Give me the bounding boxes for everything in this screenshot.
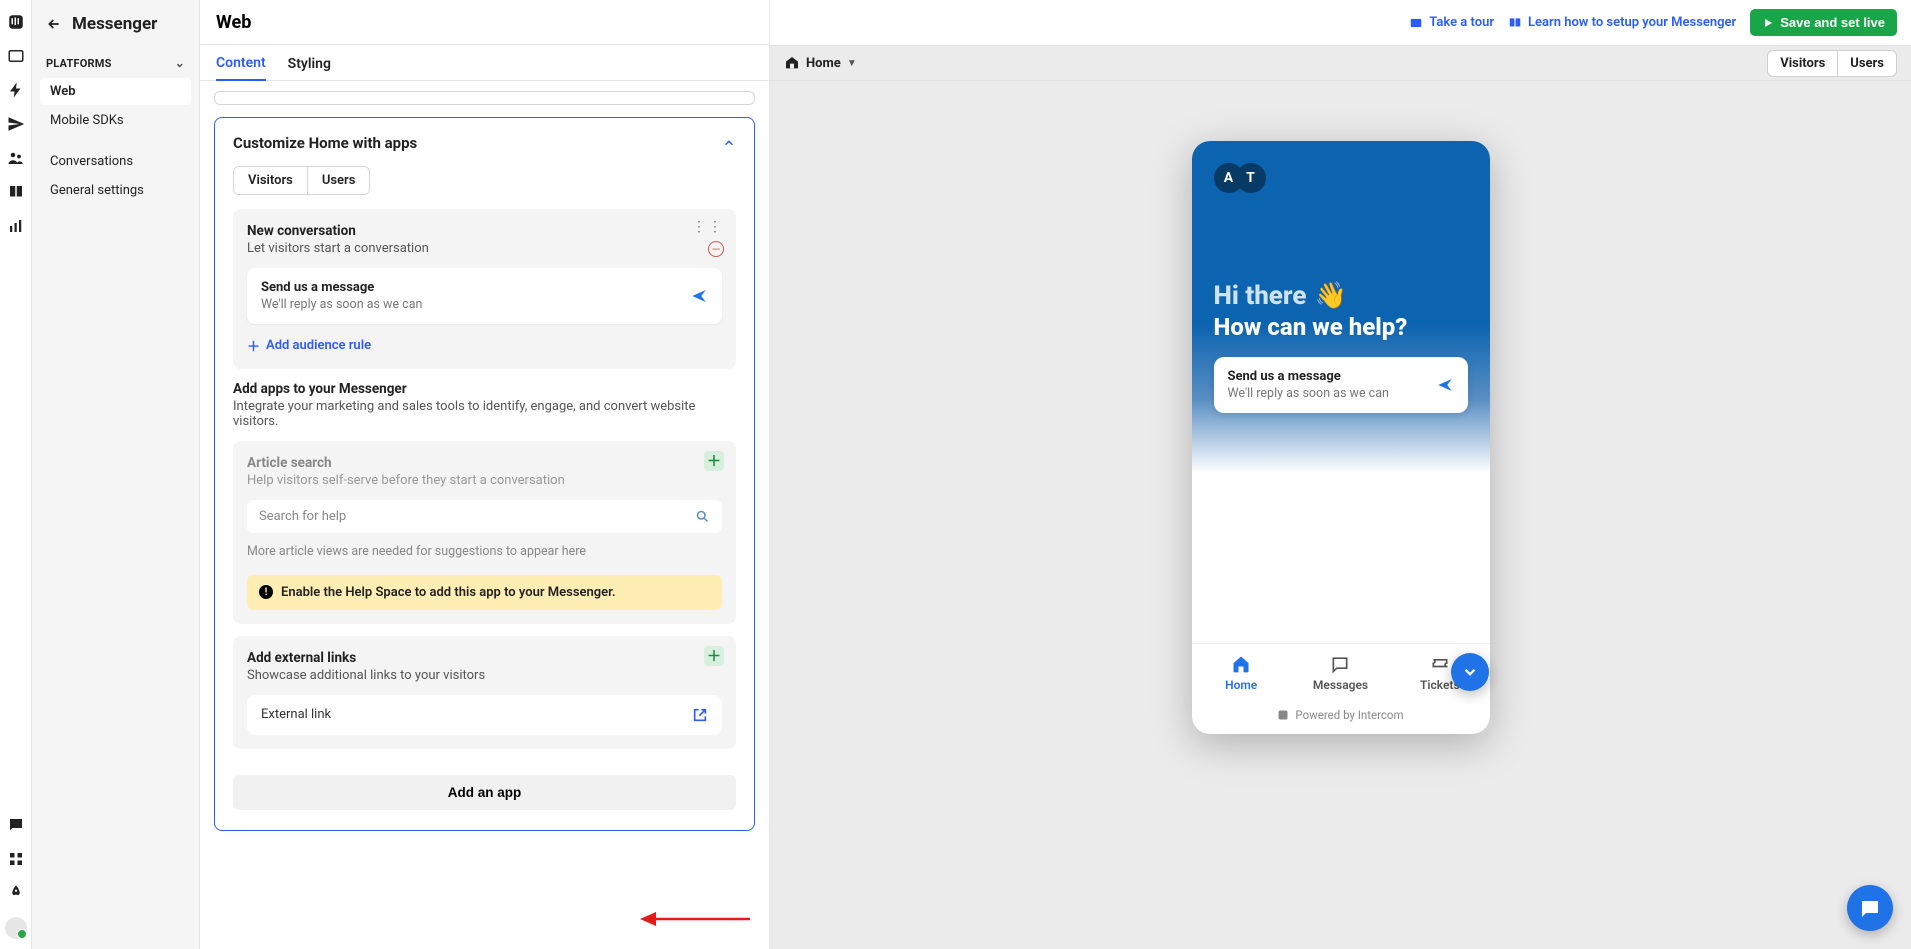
messenger-launcher-fab[interactable]: [1847, 885, 1893, 931]
nav-messages[interactable]: Messages: [1291, 644, 1390, 700]
messenger-bottom-nav: Home Messages Tickets: [1192, 643, 1490, 700]
messenger-collapse-fab[interactable]: [1451, 653, 1489, 691]
tab-content[interactable]: Content: [216, 55, 266, 81]
preview-message-card[interactable]: Send us a message We'll reply as soon as…: [1214, 357, 1468, 413]
sidebar-item-web[interactable]: Web: [40, 78, 191, 105]
preview-stage: A T Hi there 👋 How can we help? Send us …: [770, 81, 1911, 949]
external-link-item[interactable]: External link: [247, 695, 722, 735]
seg-users[interactable]: Users: [307, 167, 370, 194]
back-arrow-icon[interactable]: [46, 16, 62, 32]
preview-view-selector[interactable]: Home ▼: [784, 55, 857, 71]
customize-home-card: Customize Home with apps Visitors Users …: [214, 117, 755, 831]
sidebar: Messenger PLATFORMS ⌄ Web Mobile SDKs Co…: [32, 0, 200, 949]
block-title: Article search: [247, 455, 722, 471]
search-hint: More article views are needed for sugges…: [247, 543, 722, 561]
preview-panel: Take a tour Learn how to setup your Mess…: [770, 0, 1911, 949]
page-title: Web: [216, 12, 251, 33]
apps-icon[interactable]: [6, 849, 26, 869]
chevron-down-icon: ⌄: [175, 56, 185, 70]
sidebar-item-general-settings[interactable]: General settings: [40, 177, 191, 204]
preview-toolbar: Home ▼ Visitors Users: [770, 45, 1911, 81]
preview-seg-users[interactable]: Users: [1837, 51, 1896, 76]
sidebar-section-platforms[interactable]: PLATFORMS ⌄: [32, 52, 199, 74]
take-a-tour-link[interactable]: Take a tour: [1409, 15, 1494, 30]
send-icon[interactable]: [6, 114, 26, 134]
remove-block-button[interactable]: ―: [708, 241, 724, 257]
main: Web Content Styling Customize Home with …: [200, 0, 1911, 949]
rocket-icon[interactable]: [6, 883, 26, 903]
config-tabs: Content Styling: [200, 45, 769, 81]
external-link-icon: [692, 707, 708, 723]
chevron-down-icon: ▼: [847, 58, 857, 69]
add-apps-sub: Integrate your marketing and sales tools…: [233, 399, 736, 429]
app-logo-icon[interactable]: [6, 12, 26, 32]
messenger-preview: A T Hi there 👋 How can we help? Send us …: [1192, 141, 1490, 734]
search-for-help-input[interactable]: Search for help: [247, 500, 722, 533]
avatar: T: [1236, 163, 1266, 193]
search-icon: [695, 509, 710, 524]
tab-styling[interactable]: Styling: [288, 56, 331, 80]
help-space-warning: ! Enable the Help Space to add this app …: [247, 575, 722, 610]
card-title: Customize Home with apps: [233, 134, 417, 152]
book-icon[interactable]: [6, 182, 26, 202]
wave-emoji: 👋: [1314, 281, 1346, 311]
collapsed-card[interactable]: [214, 91, 755, 105]
greeting-text: Hi there 👋: [1214, 281, 1468, 311]
article-search-block: ＋ Article search Help visitors self-serv…: [233, 441, 736, 624]
config-panel: Web Content Styling Customize Home with …: [200, 0, 770, 949]
chart-icon[interactable]: [6, 216, 26, 236]
sidebar-item-mobile-sdks[interactable]: Mobile SDKs: [40, 107, 191, 134]
plus-icon: ＋: [247, 336, 260, 355]
collapse-chevron-icon[interactable]: [722, 136, 736, 150]
drag-handle-icon[interactable]: ⋮⋮: [692, 219, 724, 235]
send-arrow-icon: [690, 287, 708, 305]
sidebar-title: Messenger: [72, 14, 157, 34]
preview-seg-visitors[interactable]: Visitors: [1768, 51, 1837, 76]
send-arrow-icon: [1436, 376, 1454, 394]
bolt-icon[interactable]: [6, 80, 26, 100]
block-subtitle: Showcase additional links to your visito…: [247, 668, 722, 683]
annotation-arrow: [640, 907, 750, 931]
inbox-icon[interactable]: [6, 46, 26, 66]
block-title: Add external links: [247, 650, 722, 666]
icon-rail: [0, 0, 32, 949]
people-icon[interactable]: [6, 148, 26, 168]
team-avatars: A T: [1214, 163, 1468, 193]
learn-setup-link[interactable]: Learn how to setup your Messenger: [1508, 15, 1736, 30]
add-audience-rule-link[interactable]: ＋ Add audience rule: [247, 336, 722, 355]
new-conversation-block: ⋮⋮ ― New conversation Let visitors start…: [233, 209, 736, 369]
audience-segment: Visitors Users: [233, 166, 370, 195]
user-avatar[interactable]: [5, 917, 27, 939]
message-card[interactable]: Send us a message We'll reply as soon as…: [247, 268, 722, 324]
block-subtitle: Help visitors self-serve before they sta…: [247, 473, 722, 488]
add-block-button[interactable]: ＋: [704, 451, 724, 471]
block-subtitle: Let visitors start a conversation: [247, 241, 722, 256]
prompt-text: How can we help?: [1214, 313, 1468, 341]
powered-by[interactable]: Powered by Intercom: [1192, 700, 1490, 734]
external-links-block: ＋ Add external links Showcase additional…: [233, 636, 736, 749]
nav-home[interactable]: Home: [1192, 644, 1291, 700]
preview-audience-segment: Visitors Users: [1767, 50, 1897, 77]
save-and-set-live-button[interactable]: Save and set live: [1750, 9, 1897, 36]
sidebar-item-conversations[interactable]: Conversations: [40, 148, 191, 175]
chat-icon[interactable]: [6, 815, 26, 835]
add-an-app-button[interactable]: Add an app: [233, 775, 736, 810]
seg-visitors[interactable]: Visitors: [234, 167, 307, 194]
block-title: New conversation: [247, 223, 722, 239]
add-apps-heading: Add apps to your Messenger: [233, 381, 736, 397]
add-block-button[interactable]: ＋: [704, 646, 724, 666]
config-scroll[interactable]: Customize Home with apps Visitors Users …: [200, 81, 769, 949]
warning-icon: !: [259, 585, 273, 599]
